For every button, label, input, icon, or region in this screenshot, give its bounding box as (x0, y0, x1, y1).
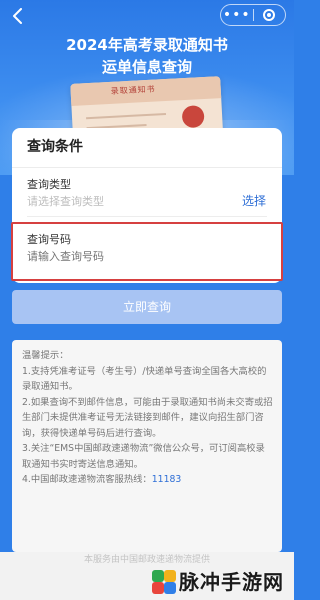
mini-program-close-button[interactable] (254, 9, 286, 21)
tip-item: 1.支持凭准考证号（考生号）/快递单号查询全国各大高校的录取通知书。 (22, 365, 267, 393)
query-type-select-button[interactable]: 选择 (242, 192, 266, 210)
navigation-bar: ••• (0, 0, 294, 32)
tip-item-hotline: 4.中国邮政速递物流客服热线：11183 (22, 472, 274, 488)
field-divider (27, 216, 267, 217)
page-title-line1: 2024年高考录取通知书 (66, 36, 228, 54)
mini-program-close-icon (263, 9, 276, 21)
tip-item: 2.如果查询不到邮件信息，可能由于录取通知书尚未交寄或招生部门未提供准考证号无法… (22, 396, 273, 439)
tips-content: 温馨提示： 1.支持凭准考证号（考生号）/快递单号查询全国各大高校的录取通知书。… (22, 348, 274, 488)
mini-program-capsule: ••• (220, 4, 286, 26)
more-dots-icon[interactable]: ••• (221, 5, 253, 25)
back-button[interactable] (8, 6, 28, 26)
hotline-number-link[interactable]: 11183 (152, 474, 182, 485)
card-divider (12, 167, 282, 168)
bottom-area: 本服务由中国邮政速递物流提供 脉冲手游网 (0, 552, 294, 600)
page-title: 2024年高考录取通知书 运单信息查询 (0, 34, 294, 78)
tip-item: 3.关注“EMS中国邮政速递物流”微信公众号，可订阅高校录取通知书实时寄送信息通… (22, 443, 265, 470)
query-type-label: 查询类型 (27, 178, 71, 191)
site-watermark: 脉冲手游网 (152, 568, 284, 596)
submit-query-button[interactable]: 立即查询 (12, 290, 282, 324)
query-card-title: 查询条件 (27, 139, 83, 155)
envelope-seal (181, 105, 205, 129)
page-title-line2: 运单信息查询 (101, 58, 192, 76)
chevron-left-icon (13, 8, 22, 24)
tips-panel: 温馨提示： 1.支持凭准考证号（考生号）/快递单号查询全国各大高校的录取通知书。… (12, 340, 282, 552)
tips-heading: 温馨提示： (22, 350, 69, 361)
hotline-prefix: 4.中国邮政速递物流客服热线： (22, 474, 152, 485)
service-provider-footer: 本服务由中国邮政速递物流提供 (83, 555, 210, 565)
watermark-logo-icon (152, 570, 176, 594)
envelope-stamp-text: 录取通知书 (110, 84, 156, 96)
query-number-highlight (11, 222, 283, 281)
watermark-text: 脉冲手游网 (179, 570, 284, 594)
query-type-select[interactable]: 请选择查询类型 (27, 194, 104, 210)
envelope-line (86, 113, 167, 120)
